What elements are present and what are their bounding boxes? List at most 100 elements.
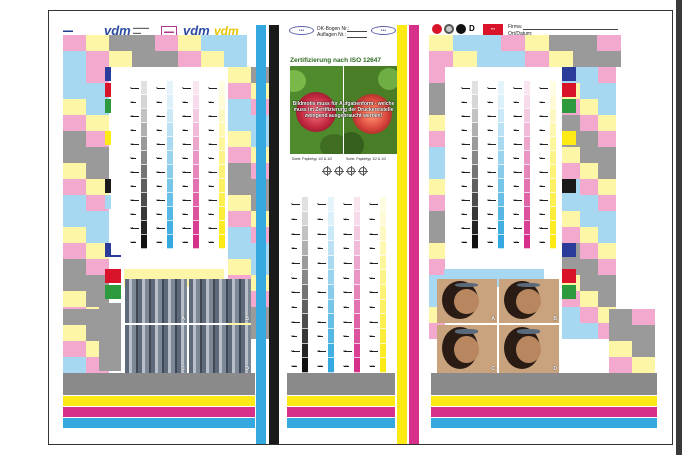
photo-label: D	[553, 366, 557, 372]
wedge-step	[354, 358, 360, 373]
wedge-step	[354, 329, 360, 344]
color-patch	[580, 83, 598, 99]
wedge-step	[193, 81, 199, 95]
tick-label: 10	[182, 101, 186, 104]
color-patch	[598, 291, 616, 307]
wedge-step	[472, 81, 478, 95]
wedge-step	[302, 314, 308, 329]
tick	[209, 88, 217, 89]
wedge-step	[472, 221, 478, 235]
wedge-step	[498, 193, 504, 207]
wedge-step	[141, 193, 147, 207]
tick-label: 70	[130, 185, 134, 188]
tick-label: 20	[369, 232, 373, 236]
wedge-ticks: 5 10 20 30 40 50 60 70 80 90 95 100	[291, 197, 301, 373]
tick-label: 70	[487, 185, 491, 188]
tick-label: 95	[130, 227, 134, 230]
tick-label: 50	[208, 157, 212, 160]
wedge-step	[328, 241, 334, 256]
wedge-step	[141, 235, 147, 249]
wedge-step	[354, 314, 360, 329]
tick-label: 40	[539, 143, 543, 146]
wedge-step	[302, 270, 308, 285]
color-patch	[429, 227, 445, 243]
tick-label: 80	[291, 320, 295, 324]
tick-label: 50	[513, 157, 517, 160]
wedge-step	[219, 123, 225, 137]
wedge-step	[328, 197, 334, 212]
wedge-step	[141, 165, 147, 179]
color-patch	[453, 51, 477, 67]
wedge-step	[354, 241, 360, 256]
solid-patch	[562, 269, 576, 283]
tick-label: 20	[208, 115, 212, 118]
wedge-step	[219, 109, 225, 123]
tick-label: 50	[487, 157, 491, 160]
photo-portrait: A	[437, 279, 497, 323]
color-patch	[86, 51, 109, 67]
cert-title: Zertifizierung nach ISO 12647	[290, 57, 382, 64]
wedge-step	[193, 235, 199, 249]
color-patch	[632, 309, 655, 325]
wedge-step	[167, 207, 173, 221]
tick-label: 10	[343, 218, 347, 221]
tick-label: 95	[291, 350, 295, 353]
wedge-step	[550, 193, 556, 207]
color-patch	[598, 211, 616, 227]
tick-label: 90	[317, 335, 321, 339]
solid-patch	[562, 67, 576, 81]
tone-wedge	[328, 197, 334, 373]
face	[515, 288, 541, 315]
bottom-bar	[431, 418, 657, 428]
seal-left: ●●●	[289, 26, 314, 35]
wedge-step	[550, 221, 556, 235]
tick-label: 100	[539, 241, 545, 244]
tick-label: 90	[343, 335, 347, 339]
color-patch	[63, 115, 86, 131]
color-patch	[109, 35, 132, 51]
wedge-step	[302, 197, 308, 212]
tick-label: 60	[182, 171, 186, 174]
register-mark-3	[346, 166, 356, 176]
logo-d: D	[469, 24, 475, 33]
wedge-step	[193, 179, 199, 193]
color-patch	[429, 259, 445, 275]
tick	[318, 204, 326, 206]
wedge-step	[524, 137, 530, 151]
tick-label: 10	[369, 218, 373, 221]
bottom-bar	[63, 418, 255, 428]
tick-label: 90	[461, 213, 465, 216]
tick-label: 40	[369, 262, 373, 265]
photo-label: C	[491, 366, 495, 372]
color-patch	[598, 243, 616, 259]
tone-wedge	[193, 81, 199, 249]
color-patch	[562, 227, 580, 243]
tick-label: 70	[291, 306, 295, 309]
tick-label: 20	[487, 115, 491, 118]
tick-label: 50	[317, 276, 321, 280]
tick-label: 30	[343, 247, 347, 251]
tone-wedge	[380, 197, 386, 373]
wedge-step	[141, 137, 147, 151]
wedge-step	[354, 226, 360, 241]
color-patch	[201, 51, 224, 67]
color-patch	[453, 35, 477, 51]
wedge-step	[193, 207, 199, 221]
solid-patch	[105, 285, 121, 299]
color-patch	[580, 147, 598, 163]
wedge-step	[219, 165, 225, 179]
wedge-ticks: 5 10 20 30 40 50 60 70 80 90 95 100	[208, 81, 218, 249]
tick-label: 5	[182, 87, 184, 90]
tick-label: 40	[156, 143, 160, 146]
wedge-step	[219, 179, 225, 193]
color-patch	[580, 307, 598, 323]
color-patch	[228, 115, 251, 131]
wedge-step	[550, 179, 556, 193]
color-patch	[598, 227, 616, 243]
wedge-step	[524, 235, 530, 249]
tick-label: 40	[461, 143, 465, 146]
tick-label: 80	[317, 320, 321, 324]
tone-wedge	[472, 81, 478, 249]
color-patch	[63, 179, 86, 195]
color-patch	[562, 163, 580, 179]
